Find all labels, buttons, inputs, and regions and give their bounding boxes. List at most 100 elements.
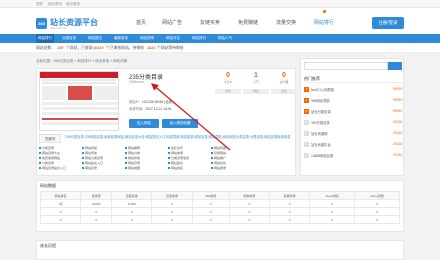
- keyword-link[interactable]: 网站排名: [168, 166, 210, 170]
- login-button[interactable]: 注册/登录: [372, 17, 404, 29]
- tab-popular[interactable]: 网站人气: [218, 36, 232, 41]
- table-cell: 0: [268, 215, 311, 224]
- sidebar-item[interactable]: 2 365网址导航 99999: [304, 97, 402, 105]
- rank-badge: 6: [304, 142, 309, 147]
- sidebar-item-score: 99999: [392, 87, 402, 91]
- tab-submit[interactable]: 网站提交: [88, 36, 102, 41]
- table-header: 网站排名: [39, 191, 82, 200]
- rank-badge: 1: [304, 87, 309, 92]
- keyword-link[interactable]: 网站导航: [82, 146, 124, 150]
- site-thumbnail[interactable]: [39, 71, 119, 131]
- site-ip: 网站IP：123.206.55.96 (北京): [129, 100, 173, 104]
- keyword-link[interactable]: 网站分类: [125, 151, 167, 155]
- keyword-link[interactable]: 网址提交: [168, 161, 210, 165]
- keyword-link[interactable]: 网站提交入口: [82, 161, 124, 165]
- table-cell: 26269: [80, 199, 113, 208]
- table-cell: 0: [309, 207, 356, 216]
- sidebar-item[interactable]: 4 300分类目录 29136: [304, 119, 402, 127]
- stats-prefix: 网站总数：: [36, 46, 55, 50]
- rank-badge: 2: [304, 98, 309, 103]
- nav-free[interactable]: 免费赚链: [238, 16, 258, 30]
- nav-ads[interactable]: 网站广告: [162, 16, 182, 30]
- keyword-link[interactable]: 网站推荐: [125, 146, 167, 150]
- keyword-link[interactable]: 网站收录: [168, 151, 210, 155]
- table-cell: 0: [354, 215, 400, 224]
- keyword-link[interactable]: 网站导航: [211, 146, 253, 150]
- site-date: 收录时间：2017-12-21 15:04: [129, 107, 172, 111]
- keyword-link[interactable]: 网站目录: [125, 161, 167, 165]
- tab-directory[interactable]: 分类目录: [62, 36, 76, 41]
- table-cell: 0: [151, 207, 193, 216]
- keyword-link[interactable]: 网站目录: [82, 166, 124, 170]
- keyword-link[interactable]: 分类目录: [39, 146, 81, 150]
- add-favorite-button[interactable]: 加入我的收藏: [162, 119, 198, 128]
- keyword-link[interactable]: 网站推广: [211, 156, 253, 160]
- stat-visits: 0 访问量: [279, 72, 289, 84]
- logo-icon[interactable]: 365: [36, 18, 47, 29]
- site-url[interactable]: 235fl.com: [129, 80, 144, 84]
- sidebar-item-score: 29136: [392, 120, 402, 124]
- keyword-link[interactable]: 网站目录提交入口: [39, 166, 81, 170]
- sidebar-search-input[interactable]: [304, 62, 388, 70]
- keywords-block: 关键词 235分类目录,235网站目录,免费收录网站,网站目录大全,网站提交入口…: [39, 134, 295, 175]
- visit-site-button[interactable]: 进入网站: [129, 119, 159, 128]
- table-cell: 17900: [111, 199, 153, 208]
- sidebar-item[interactable]: 6 站长资源平台 29136: [304, 141, 402, 149]
- table-cell: 0: [268, 207, 311, 216]
- sidebar-item[interactable]: 7 14688网站目录 29136: [304, 152, 402, 160]
- sidebar-item[interactable]: 1 fan121上网导航 99999: [304, 86, 402, 94]
- tab-rank[interactable]: 网站排行: [36, 34, 54, 43]
- sidebar-item-score: 99999: [392, 98, 402, 102]
- nav-links[interactable]: 友链买卖: [200, 16, 220, 30]
- sidebar-item-name: 站长资源平台: [311, 143, 331, 147]
- table-cell: 0: [151, 215, 193, 224]
- keyword-link[interactable]: 站长资讯: [168, 146, 210, 150]
- table-header: Alexa流量: [354, 191, 400, 200]
- table-cell: 1天: [39, 199, 82, 208]
- table-cell: 0: [191, 215, 230, 224]
- keyword-link[interactable]: 分类目录免费: [168, 156, 210, 160]
- keyword-link[interactable]: 网站收录: [211, 166, 253, 170]
- sidebar-item-score: 29136: [392, 153, 402, 157]
- table-cell: 0: [191, 199, 230, 208]
- keyword-link[interactable]: 网站目录大全: [39, 151, 81, 155]
- keyword-link[interactable]: 网站优化: [211, 161, 253, 165]
- stats-text-2: 个已审核网站，待审核: [106, 46, 144, 50]
- keyword-link[interactable]: 分类目录: [39, 161, 81, 165]
- badge-rank: 排名: [243, 89, 269, 94]
- sidebar-item-score: 99999: [392, 109, 402, 113]
- tab-comments[interactable]: 网站评论: [166, 36, 180, 41]
- table-row: 1天 26269 17900 0 0 0 0 0 0: [39, 199, 400, 208]
- topbar-link-news[interactable]: 站长资讯: [48, 2, 62, 7]
- rank-badge: 4: [304, 120, 309, 125]
- table-cell: 0: [39, 207, 82, 216]
- keyword-link[interactable]: 网站导航: [125, 156, 167, 160]
- keyword-link[interactable]: 免费收录网站: [39, 156, 81, 160]
- keyword-link[interactable]: 网址导航: [82, 151, 124, 155]
- topbar-link-home[interactable]: 设为首页: [66, 2, 80, 7]
- keyword-link[interactable]: 目录网站: [211, 151, 253, 155]
- tab-fast[interactable]: 网站快审: [140, 36, 154, 41]
- site-data-section: 网站数据 网站排名 收录量 百度权重 百度收录 360收录 搜狗收录 谷歌收录 Alexa排名…: [36, 180, 404, 232]
- nav-home[interactable]: 首页: [136, 16, 146, 30]
- nav-traffic[interactable]: 流量交换: [276, 16, 296, 30]
- table-cell: 0: [309, 215, 356, 224]
- badge-outbound: 出站: [271, 89, 297, 94]
- table-header: 搜狗收录: [228, 191, 270, 200]
- keyword-link[interactable]: 网站分类目录: [82, 156, 124, 160]
- table-cell: 0: [80, 215, 113, 224]
- sidebar-search-button[interactable]: [388, 62, 402, 70]
- topbar-link-hello[interactable]: 您好: [36, 2, 43, 7]
- table-row: 000000000: [39, 215, 400, 224]
- keyword-link[interactable]: 网站地图: [125, 166, 167, 170]
- keywords-label: 关键词: [39, 134, 61, 143]
- sidebar-item-name: fan121上网导航: [311, 88, 335, 92]
- tab-ranking[interactable]: 网站排行: [192, 36, 206, 41]
- nav-rank[interactable]: 网站排行: [314, 10, 334, 30]
- table-header: 谷歌收录: [268, 191, 311, 200]
- table-header: 百度权重: [111, 191, 153, 200]
- sidebar-item[interactable]: 3 站长分类目录 99999: [304, 108, 402, 116]
- tab-latest[interactable]: 最新收录: [114, 36, 128, 41]
- sidebar-item[interactable]: 5 站长资源网 29136: [304, 130, 402, 138]
- stats-recorded: 40429: [93, 46, 104, 50]
